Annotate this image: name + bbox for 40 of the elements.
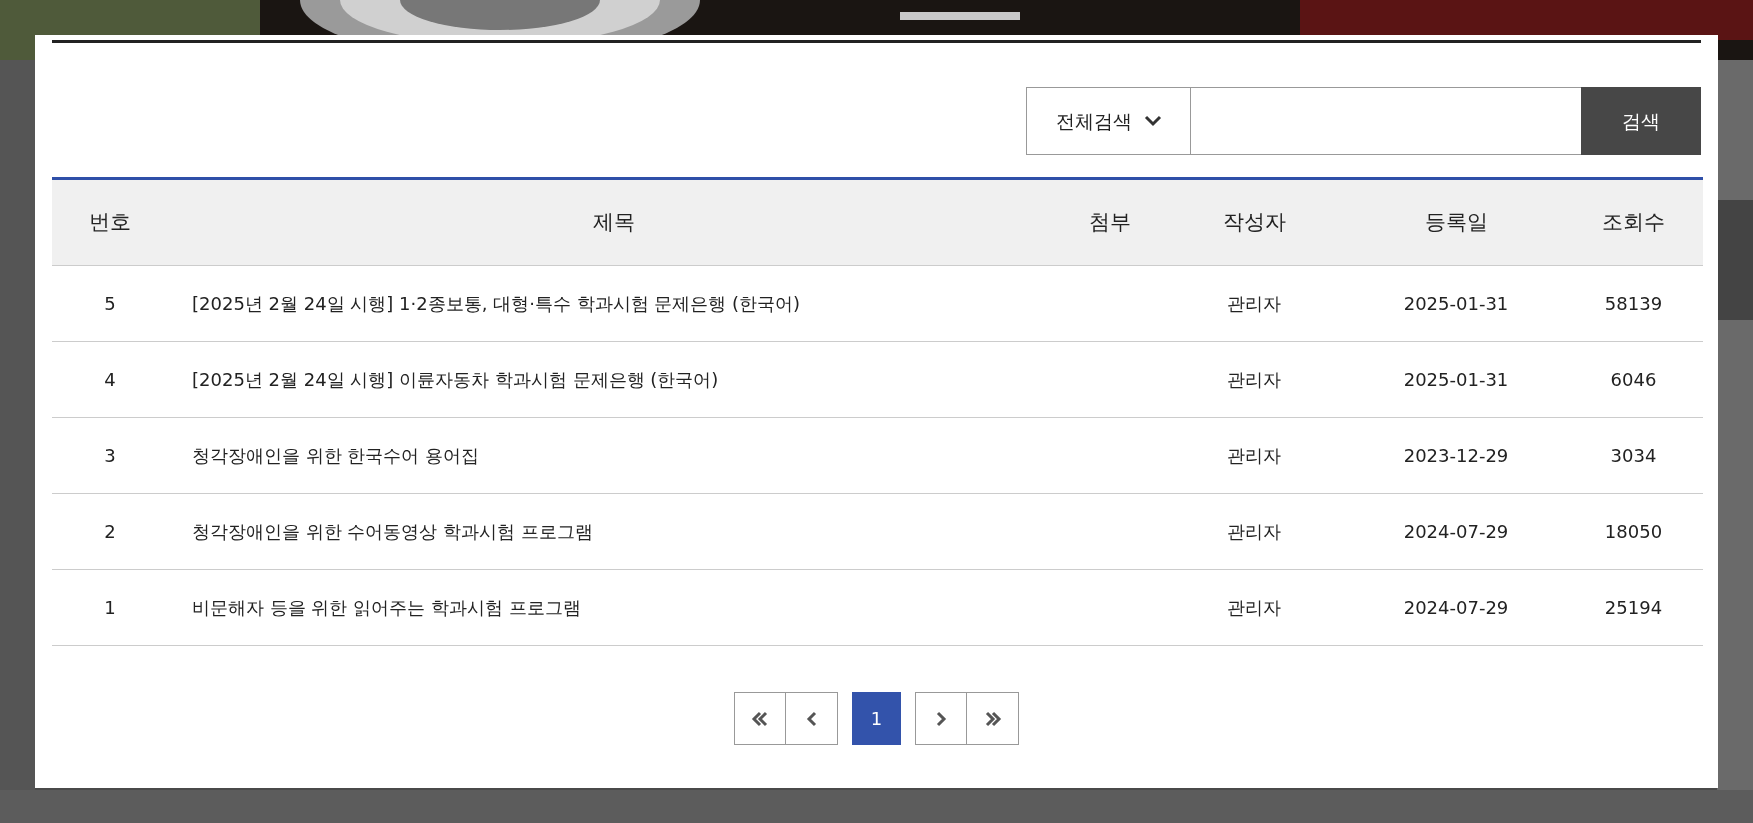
views-cell: 3034 bbox=[1610, 445, 1657, 466]
column-header: 조회수 bbox=[1602, 209, 1665, 234]
number-cell: 4 bbox=[104, 369, 116, 390]
post-title-link[interactable]: 청각장애인을 위한 수어동영상 학과시험 프로그램 bbox=[192, 521, 593, 542]
post-title-link[interactable]: 청각장애인을 위한 한국수어 용어집 bbox=[192, 445, 480, 466]
post-title-link[interactable]: [2025년 2월 24일 시행] 1·2종보통, 대형·특수 학과시험 문제은행 (한국어) bbox=[192, 293, 801, 314]
first-page-icon bbox=[750, 709, 770, 728]
date-cell: 2024-07-29 bbox=[1403, 597, 1509, 618]
page-number-button[interactable]: 1 bbox=[852, 692, 901, 745]
first-page-button[interactable] bbox=[734, 692, 786, 745]
post-title-link[interactable]: 비문해자 등을 위한 읽어주는 학과시험 프로그램 bbox=[192, 597, 581, 618]
date-cell: 2025-01-31 bbox=[1403, 369, 1509, 390]
number-cell: 1 bbox=[104, 597, 116, 618]
scope-label: 전체검색 bbox=[1055, 108, 1132, 134]
author-cell: 관리자 bbox=[1227, 293, 1281, 314]
number-cell: 5 bbox=[104, 293, 116, 314]
views-cell: 6046 bbox=[1610, 369, 1657, 390]
last-page-button[interactable] bbox=[967, 692, 1019, 745]
search-field[interactable] bbox=[1191, 87, 1581, 155]
search-scope-dropdown[interactable]: 전체검색 bbox=[1026, 87, 1191, 155]
views-cell: 58139 bbox=[1604, 293, 1663, 314]
search-button[interactable]: 검색 bbox=[1581, 87, 1701, 155]
number-cell: 2 bbox=[104, 521, 116, 542]
views-cell: 25194 bbox=[1604, 597, 1663, 618]
column-header: 제목 bbox=[593, 209, 635, 234]
views-cell: 18050 bbox=[1604, 521, 1663, 542]
chevron-down-icon bbox=[1143, 115, 1162, 127]
author-cell: 관리자 bbox=[1227, 445, 1281, 466]
number-cell: 3 bbox=[104, 445, 116, 466]
date-cell: 2025-01-31 bbox=[1403, 293, 1509, 314]
column-header: 첨부 bbox=[1089, 209, 1131, 234]
date-cell: 2023-12-29 bbox=[1403, 445, 1509, 466]
author-cell: 관리자 bbox=[1227, 369, 1281, 390]
post-title-link[interactable]: [2025년 2월 24일 시행] 이륜자동차 학과시험 문제은행 (한국어) bbox=[192, 369, 719, 390]
column-header: 작성자 bbox=[1222, 209, 1286, 234]
author-cell: 관리자 bbox=[1227, 597, 1281, 618]
column-header: 번호 bbox=[89, 209, 131, 234]
author-cell: 관리자 bbox=[1227, 521, 1281, 542]
column-header: 등록일 bbox=[1424, 209, 1488, 234]
date-cell: 2024-07-29 bbox=[1403, 521, 1509, 542]
